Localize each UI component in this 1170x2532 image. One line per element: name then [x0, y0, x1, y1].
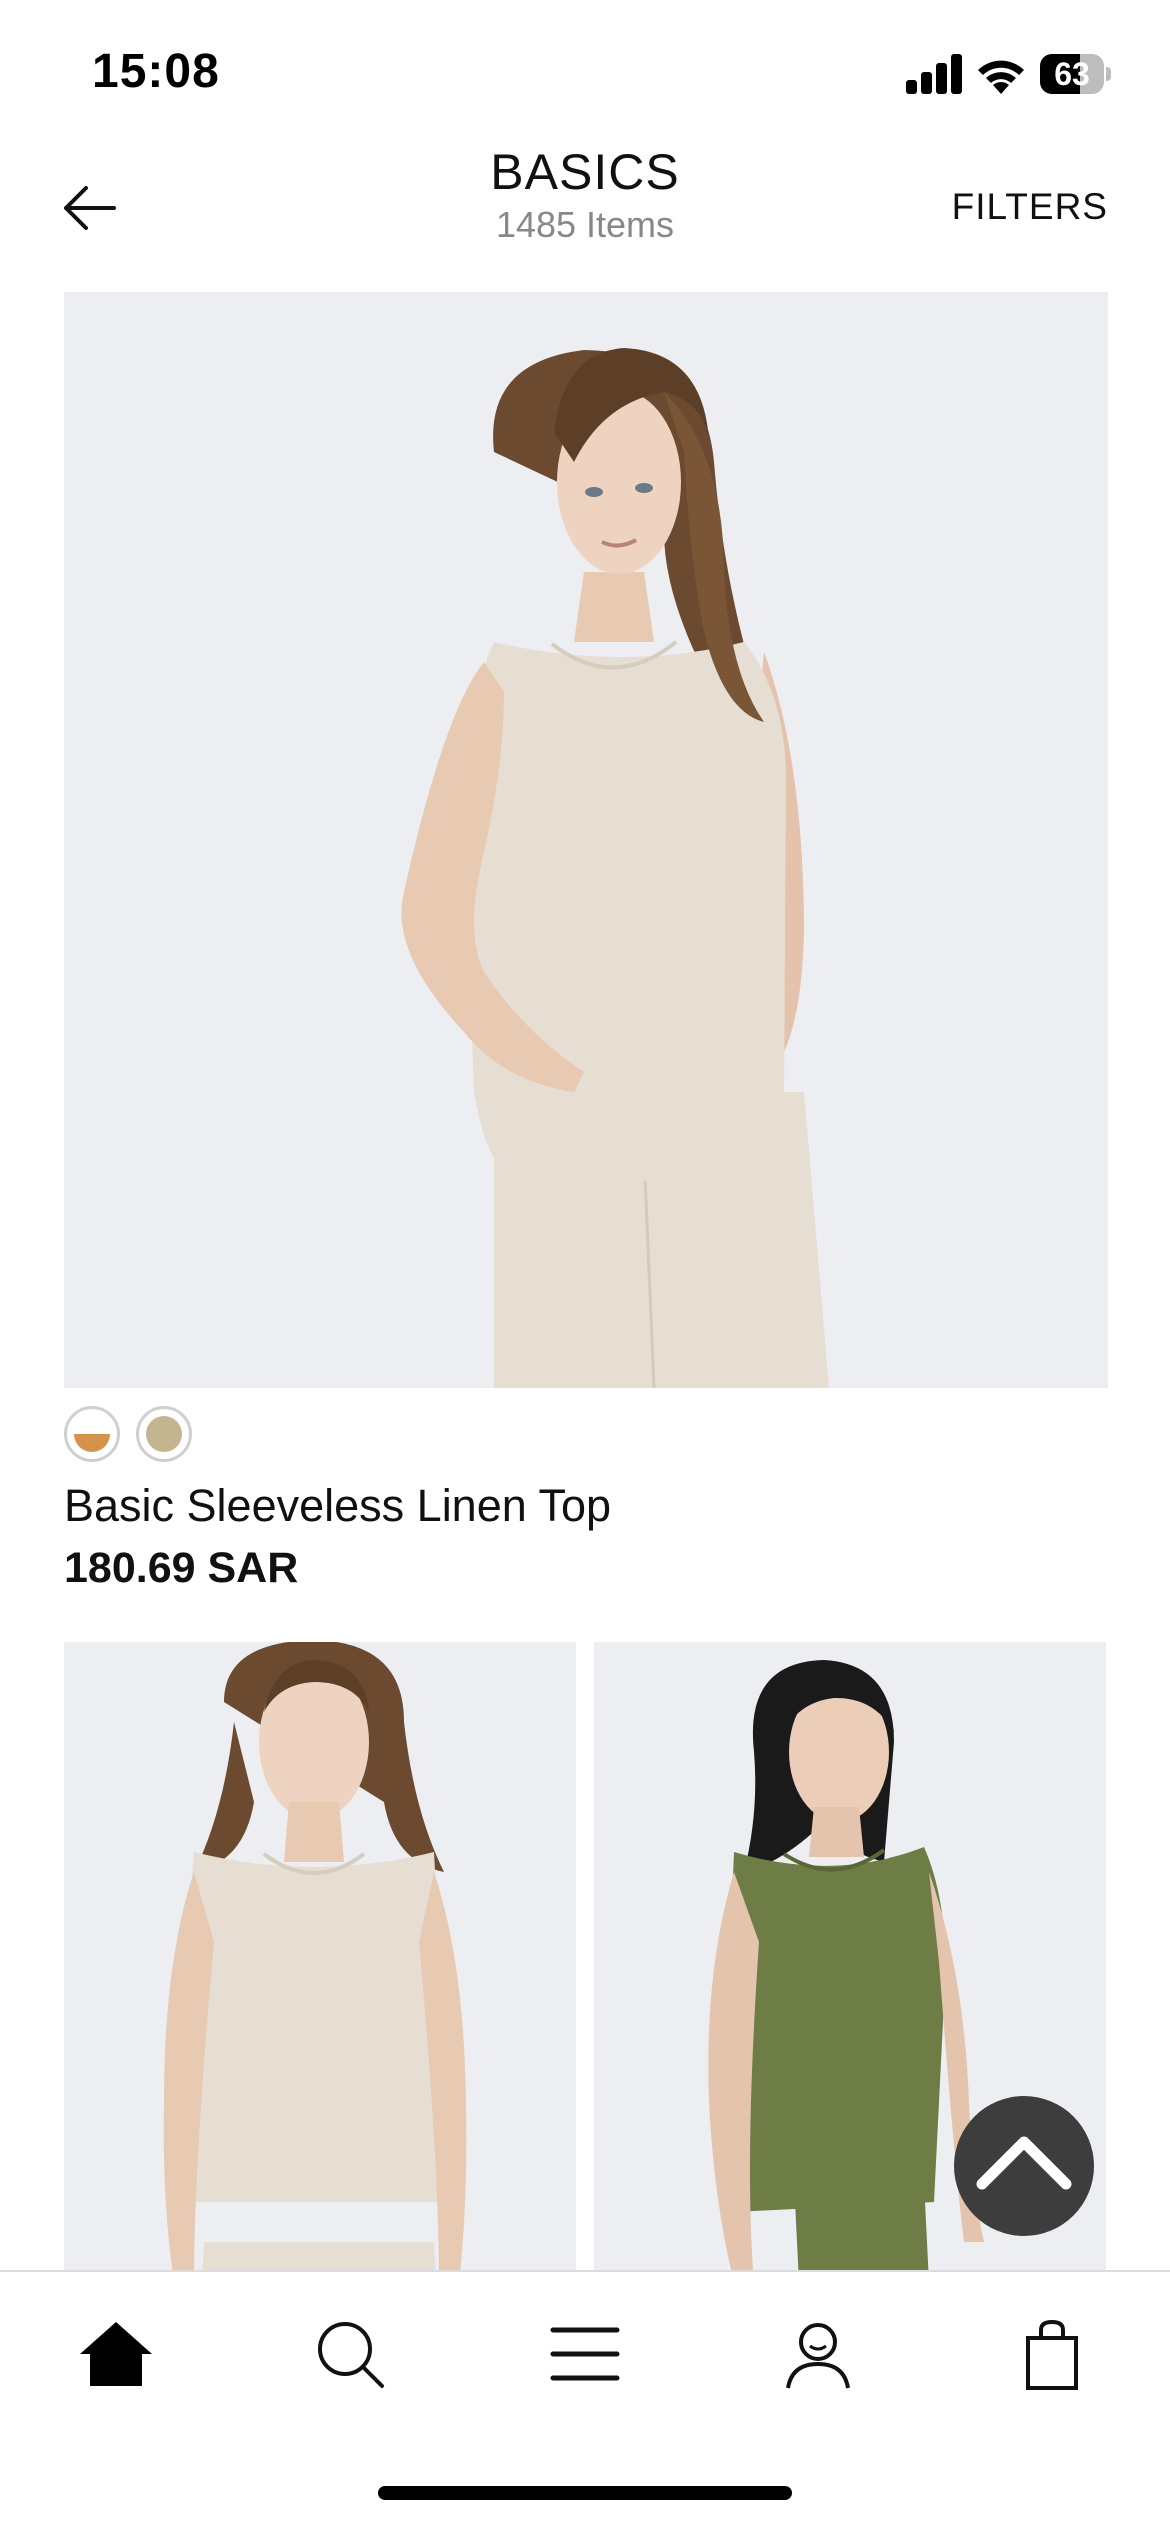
home-icon[interactable] [76, 2314, 156, 2394]
scroll-to-top-button[interactable] [954, 2096, 1094, 2236]
home-indicator [378, 2486, 792, 2500]
battery-percent: 63 [1054, 56, 1090, 92]
bag-icon[interactable] [1012, 2314, 1092, 2394]
product-price: 180.69 SAR [64, 1544, 299, 1592]
wifi-icon [978, 60, 1024, 94]
product-image[interactable] [64, 1642, 576, 2270]
cellular-signal-icon [906, 54, 962, 94]
menu-icon[interactable] [545, 2314, 625, 2394]
profile-icon[interactable] [778, 2314, 858, 2394]
app-screen: 15:08 63 BASICS 1485 Items FILTERS Basic… [0, 0, 1170, 2532]
model-photo [401, 348, 829, 1388]
product-list: Basic Sleeveless Linen Top 180.69 SAR [0, 290, 1170, 2270]
page-header: BASICS 1485 Items FILTERS [0, 140, 1170, 290]
product-name[interactable]: Basic Sleeveless Linen Top [64, 1480, 611, 1532]
status-bar: 15:08 63 [0, 0, 1170, 140]
color-swatch-selected[interactable] [64, 1406, 120, 1462]
filters-button[interactable]: FILTERS [952, 186, 1108, 228]
color-swatch[interactable] [136, 1406, 192, 1462]
chevron-up-icon [976, 2136, 1072, 2190]
battery-icon: 63 [1040, 54, 1111, 94]
model-photo [163, 1642, 467, 2270]
search-icon[interactable] [310, 2314, 390, 2394]
status-time: 15:08 [92, 45, 220, 98]
product-image[interactable] [64, 292, 1108, 1388]
